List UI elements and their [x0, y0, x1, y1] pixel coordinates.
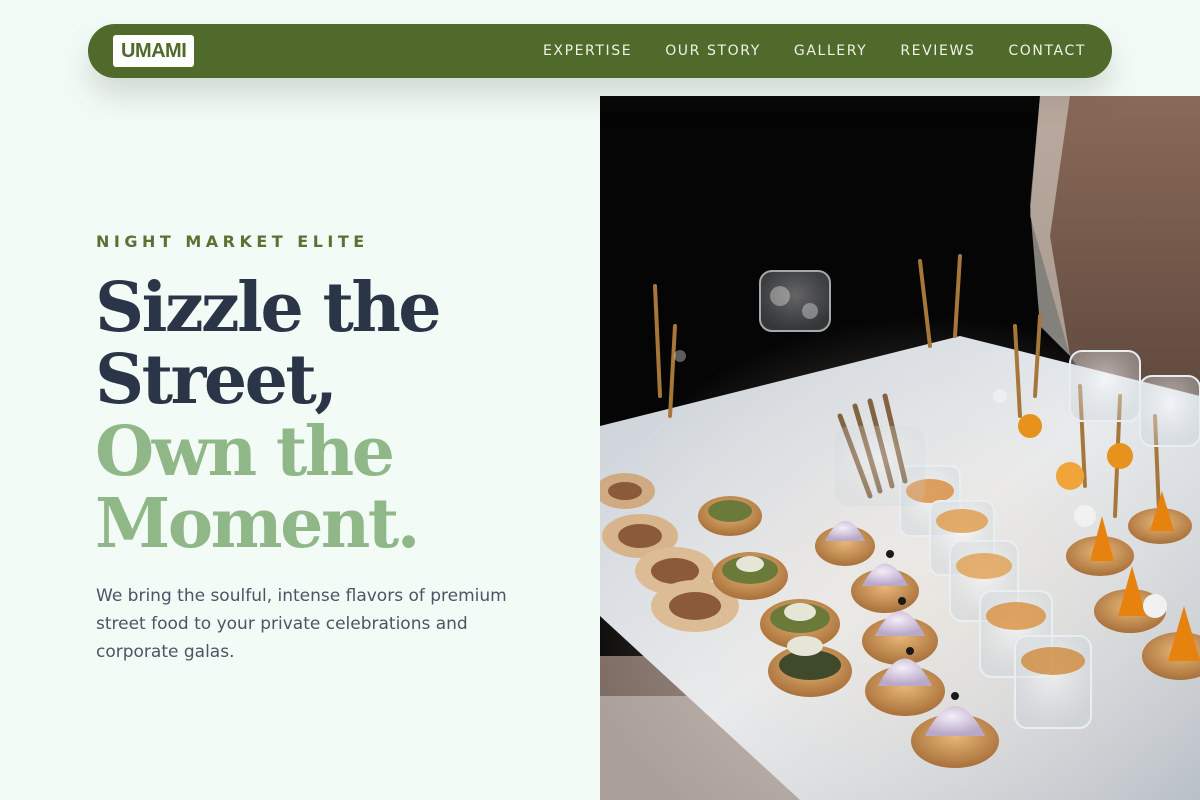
nav-link-gallery[interactable]: GALLERY — [794, 43, 867, 59]
nav-link-our-story[interactable]: OUR STORY — [665, 43, 761, 59]
hero-description: We bring the soulful, intense flavors of… — [96, 586, 507, 662]
nav-links: EXPERTISE OUR STORY GALLERY REVIEWS CONT… — [543, 24, 1086, 78]
brand-logo[interactable]: UMAMI — [113, 35, 195, 67]
headline-line-1: Sizzle the — [95, 268, 442, 348]
nav-link-contact[interactable]: CONTACT — [1008, 43, 1086, 59]
nav-link-reviews[interactable]: REVIEWS — [900, 43, 975, 59]
hero-headline: Sizzle the Street, Own the Moment. — [95, 268, 442, 564]
top-navbar: UMAMI EXPERTISE OUR STORY GALLERY REVIEW… — [88, 24, 1112, 78]
headline-line-2: Street, — [95, 340, 338, 420]
hero-eyebrow: NIGHT MARKET ELITE — [96, 232, 369, 251]
headline-line-4: Moment. — [95, 484, 420, 564]
catering-platter-photo — [600, 96, 1200, 800]
nav-link-expertise[interactable]: EXPERTISE — [543, 43, 632, 59]
page: UMAMI EXPERTISE OUR STORY GALLERY REVIEW… — [0, 0, 1200, 800]
headline-line-3: Own the — [95, 412, 395, 492]
hero-image — [600, 96, 1200, 800]
